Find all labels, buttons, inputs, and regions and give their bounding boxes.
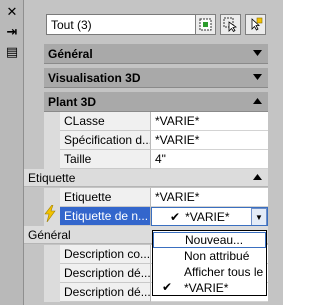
property-value[interactable]: *VARIE* [151, 112, 268, 131]
dropdown-item-nouveau[interactable]: Nouveau... [153, 232, 266, 248]
pickadd-icon [251, 17, 263, 31]
category-plant-3d[interactable]: Plant 3D [44, 92, 268, 112]
select-objects-icon [223, 17, 238, 32]
section-label: Etiquette [28, 170, 76, 185]
category-general[interactable]: Général [44, 44, 268, 64]
checkmark-icon: ✔ [162, 280, 173, 294]
autohide-icon[interactable]: ⇥ [3, 24, 21, 40]
collapse-chevron-icon[interactable] [253, 174, 262, 181]
row-gutter [44, 131, 60, 150]
close-icon[interactable]: ✕ [3, 4, 21, 20]
property-row-taille[interactable]: Taille 4" [44, 150, 268, 169]
property-name: Description dé... [60, 264, 151, 283]
row-gutter [44, 264, 60, 283]
property-row-specification[interactable]: Spécification d... *VARIE* [44, 131, 268, 150]
scrollbar-track[interactable] [268, 0, 283, 305]
checkmark-icon: ✔ [170, 209, 181, 224]
property-value[interactable]: 4" [151, 150, 268, 169]
category-label: Général [48, 46, 93, 61]
dropdown-item-afficher-tous[interactable]: Afficher tous le [153, 264, 266, 280]
row-gutter [44, 245, 60, 264]
property-name: CLasse [60, 112, 151, 131]
selection-value: Tout (3) [51, 17, 92, 32]
section-etiquette[interactable]: Etiquette [24, 169, 268, 187]
property-name: Description co... [60, 245, 151, 264]
expand-chevron-icon[interactable] [253, 50, 262, 57]
property-name: Description dé... [60, 283, 151, 302]
properties-menu-icon[interactable]: ▤ [3, 44, 21, 60]
property-name: Etiquette [60, 188, 151, 207]
dropdown-item-varie[interactable]: ✔ *VARIE* [153, 280, 266, 296]
property-name: Taille [60, 150, 151, 169]
property-value[interactable]: *VARIE* [151, 131, 268, 150]
section-label: Général [28, 227, 71, 242]
property-value-dropdown[interactable]: ✔ *VARIE* ▼ [151, 207, 268, 226]
property-row-etiquette-de-numero[interactable]: Etiquette de n... ✔ *VARIE* ▼ [44, 207, 268, 226]
chevron-down-icon[interactable]: ▼ [251, 208, 267, 225]
lightning-icon [44, 205, 56, 222]
etiquette-dropdown-list: Nouveau... Non attribué Afficher tous le… [152, 230, 267, 296]
property-value[interactable]: *VARIE* [151, 188, 268, 207]
category-label: Plant 3D [48, 94, 97, 109]
item-label: *VARIE* [184, 281, 229, 295]
property-name: Etiquette de n... [60, 207, 151, 226]
property-row-etiquette[interactable]: Etiquette *VARIE* [44, 188, 268, 207]
pickadd-toggle-button[interactable] [245, 14, 266, 35]
collapse-chevron-icon[interactable] [253, 98, 262, 105]
property-row-classe[interactable]: CLasse *VARIE* [44, 112, 268, 131]
quick-select-icon [199, 18, 212, 31]
row-gutter [44, 150, 60, 169]
select-objects-button[interactable] [220, 14, 241, 35]
item-label: Non attribué [184, 249, 250, 263]
category-visualisation-3d[interactable]: Visualisation 3D [44, 68, 268, 88]
property-name: Spécification d... [60, 131, 151, 150]
row-gutter [44, 283, 60, 302]
quick-select-button[interactable] [195, 14, 216, 35]
item-label: Afficher tous le [184, 265, 264, 279]
row-gutter [44, 112, 60, 131]
category-label: Visualisation 3D [48, 70, 141, 85]
expand-chevron-icon[interactable] [253, 74, 262, 81]
selection-dropdown[interactable]: Tout (3) ▼ [46, 14, 212, 35]
item-label: Nouveau... [185, 233, 244, 247]
dropdown-item-non-attribue[interactable]: Non attribué [153, 248, 266, 264]
selected-value: *VARIE* [185, 209, 230, 224]
palette-title-bar: ✕ ⇥ ▤ [0, 0, 24, 305]
